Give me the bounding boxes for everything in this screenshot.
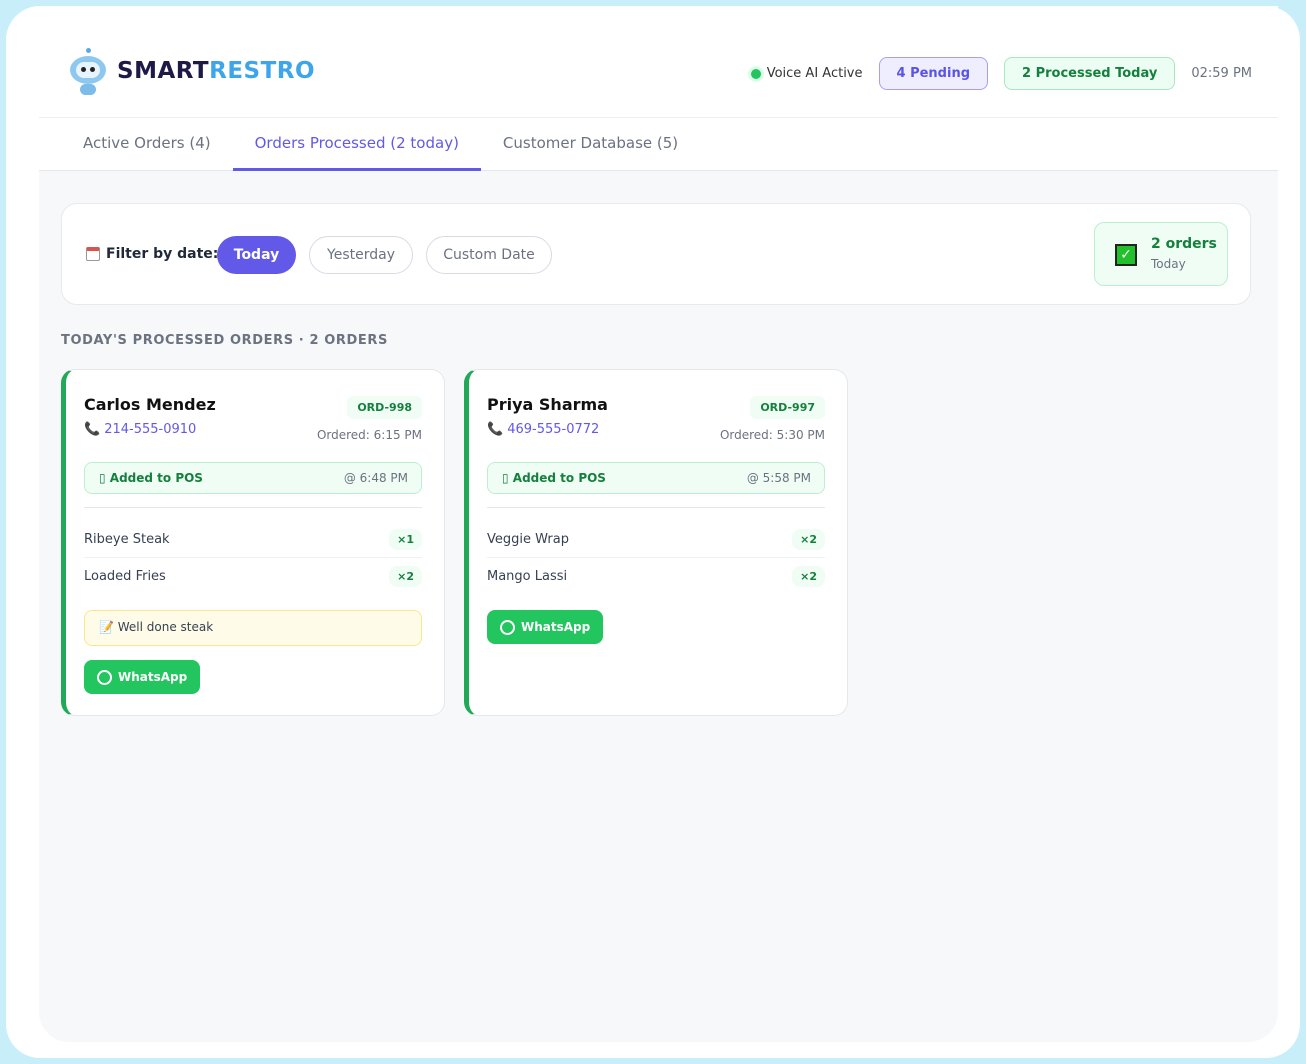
item-name: Loaded Fries (84, 569, 166, 584)
item-qty: ×1 (389, 528, 422, 550)
ordered-time: Ordered: 5:30 PM (719, 428, 825, 442)
robot-logo-icon (67, 46, 109, 96)
whatsapp-button[interactable]: WhatsApp (84, 660, 201, 694)
list-item: Mango Lassi ×2 (487, 558, 825, 595)
order-note: 📝 Well done steak (84, 610, 422, 646)
checkmark-icon: ✓ (1115, 244, 1137, 266)
order-id-badge: ORD-998 (347, 396, 422, 419)
divider (487, 507, 825, 508)
phone-number[interactable]: 214-555-0910 (104, 422, 196, 437)
list-item: Ribeye Steak ×1 (84, 521, 422, 558)
app: SMARTRESTRO Voice AI Active 4 Pending 2 … (39, 6, 1278, 1042)
customer-phone[interactable]: 📞 214-555-0910 (84, 422, 196, 437)
whatsapp-label: WhatsApp (118, 670, 188, 684)
item-name: Veggie Wrap (487, 531, 569, 547)
note-text: Well done steak (117, 620, 214, 634)
pos-status: ▯ Added to POS @ 6:48 PM (84, 462, 422, 494)
pos-time: @ 6:48 PM (343, 471, 408, 485)
pos-label: Added to POS (109, 471, 203, 485)
brand-name: SMARTRESTRO (117, 58, 315, 84)
list-item: Veggie Wrap ×2 (487, 521, 825, 558)
section-title: TODAY'S PROCESSED ORDERS · 2 ORDERS (61, 333, 388, 348)
pending-badge[interactable]: 4 Pending (878, 57, 989, 90)
tab-customer-database[interactable]: Customer Database (5) (481, 118, 700, 171)
item-name: Ribeye Steak (84, 531, 170, 547)
customer-name: Carlos Mendez (84, 395, 216, 414)
clock: 02:59 PM (1191, 66, 1252, 81)
voice-ai-status: Voice AI Active (750, 66, 863, 81)
logo: SMARTRESTRO (67, 46, 315, 96)
filter-label: Filter by date: (106, 246, 219, 262)
pos-label: Added to POS (512, 471, 606, 485)
whatsapp-icon (97, 669, 112, 685)
window-frame: SMARTRESTRO Voice AI Active 4 Pending 2 … (6, 6, 1300, 1058)
ordered-time: Ordered: 6:15 PM (316, 428, 422, 442)
header: SMARTRESTRO Voice AI Active 4 Pending 2 … (39, 6, 1278, 118)
filter-yesterday-button[interactable]: Yesterday (309, 236, 413, 274)
item-qty: ×2 (389, 566, 422, 587)
tab-active-orders[interactable]: Active Orders (4) (61, 118, 233, 171)
tab-bar: Active Orders (4) Orders Processed (2 to… (39, 118, 1278, 171)
device-icon: ▯ (99, 471, 110, 485)
status-dot-icon (750, 68, 761, 79)
whatsapp-button[interactable]: WhatsApp (487, 610, 604, 644)
summary-period: Today (1151, 257, 1186, 271)
whatsapp-icon (500, 619, 515, 635)
date-filter-panel: Filter by date: Today Yesterday Custom D… (61, 203, 1251, 305)
item-qty: ×2 (792, 566, 825, 587)
orders-summary: ✓ 2 orders Today (1094, 222, 1228, 286)
note-icon: 📝 (99, 620, 118, 634)
brand-part1: SMART (117, 58, 210, 84)
pos-time: @ 5:58 PM (746, 471, 811, 485)
calendar-icon (86, 247, 100, 261)
brand-part2: RESTRO (209, 58, 316, 84)
phone-icon: 📞 (84, 422, 101, 437)
list-item: Loaded Fries ×2 (84, 558, 422, 595)
voice-label: Voice AI Active (766, 66, 863, 81)
filter-custom-date-button[interactable]: Custom Date (426, 236, 552, 274)
processed-badge[interactable]: 2 Processed Today (1004, 57, 1176, 90)
customer-name: Priya Sharma (487, 395, 608, 414)
device-icon: ▯ (502, 471, 513, 485)
whatsapp-label: WhatsApp (521, 620, 591, 634)
summary-count: 2 orders (1151, 236, 1217, 252)
tab-orders-processed[interactable]: Orders Processed (2 today) (232, 118, 481, 171)
pos-status: ▯ Added to POS @ 5:58 PM (487, 462, 825, 494)
order-id-badge: ORD-997 (750, 396, 825, 419)
divider (84, 507, 422, 508)
phone-number[interactable]: 469-555-0772 (507, 422, 599, 437)
phone-icon: 📞 (487, 422, 504, 437)
order-card: Priya Sharma 📞 469-555-0772 ORD-997 Order… (464, 369, 848, 716)
item-name: Mango Lassi (487, 569, 568, 584)
order-card: Carlos Mendez 📞 214-555-0910 ORD-998 Orde… (61, 369, 445, 716)
customer-phone[interactable]: 📞 469-555-0772 (487, 422, 599, 437)
filter-today-button[interactable]: Today (217, 236, 296, 274)
item-qty: ×2 (792, 528, 825, 550)
